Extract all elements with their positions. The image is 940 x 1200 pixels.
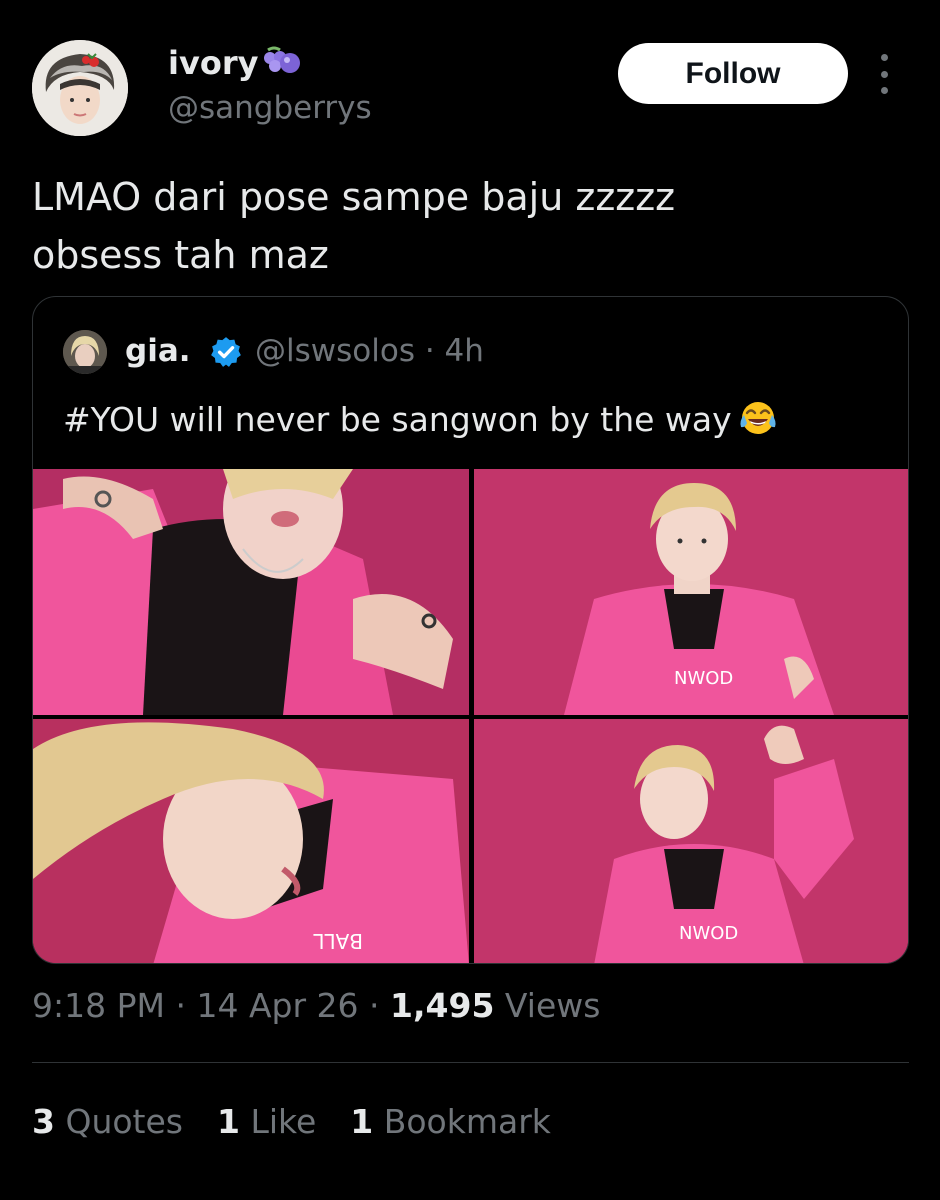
follow-button[interactable]: Follow [618, 43, 848, 104]
svg-text:NWOD: NWOD [679, 923, 738, 944]
author-handle[interactable]: @sangberrys [168, 90, 372, 126]
photo-image [33, 469, 469, 715]
quotes-label: Quotes [65, 1102, 183, 1141]
media-grid: NWOD BALL NWOD [33, 469, 908, 963]
svg-text:BALL: BALL [312, 929, 363, 953]
meta-separator: · [369, 986, 380, 1025]
quoted-handle[interactable]: @lswsolos [255, 333, 415, 369]
quoted-author-avatar[interactable] [63, 330, 107, 374]
svg-text:NWOD: NWOD [674, 668, 733, 689]
tweet-date[interactable]: 14 Apr 26 [196, 986, 358, 1025]
author-name-text: ivory [168, 44, 259, 82]
quotes-count: 3 [32, 1102, 55, 1141]
tweet-time[interactable]: 9:18 PM [32, 986, 165, 1025]
more-options-icon[interactable] [872, 54, 896, 94]
tears-of-joy-emoji-icon [740, 402, 776, 434]
views-count: 1,495 [390, 986, 495, 1025]
media-photo-4[interactable]: NWOD [474, 719, 908, 963]
bookmarks-stat[interactable]: 1 Bookmark [350, 1102, 551, 1141]
meta-separator: · [175, 986, 186, 1025]
author-avatar[interactable] [32, 40, 128, 136]
media-photo-2[interactable]: NWOD [474, 469, 908, 715]
bookmarks-count: 1 [350, 1102, 374, 1141]
quoted-avatar-image [63, 330, 107, 374]
divider [32, 1062, 909, 1063]
tweet-detail: ivory @sangberrys Follow LMAO dari pose … [0, 0, 940, 1200]
engagement-stats: 3 Quotes 1 Like 1 Bookmark [32, 1102, 551, 1141]
photo-image: BALL [33, 719, 469, 963]
media-photo-3[interactable]: BALL [33, 719, 469, 963]
quoted-text: #YOU will never be sangwon by the way [63, 397, 778, 439]
meta-separator: · [424, 333, 435, 369]
quotes-stat[interactable]: 3 Quotes [32, 1102, 183, 1141]
likes-count: 1 [216, 1102, 240, 1141]
avatar-image [32, 40, 128, 136]
author-display-name[interactable]: ivory [168, 44, 306, 82]
views-label: Views [504, 986, 601, 1025]
quoted-text-content: #YOU will never be sangwon by the way [63, 400, 732, 439]
quoted-meta: @lswsolos · 4h [255, 333, 484, 369]
quoted-age: 4h [444, 333, 484, 369]
tweet-text-line: obsess tah maz [32, 233, 329, 277]
quoted-tweet-card[interactable]: gia. @lswsolos · 4h #YOU will never be s… [32, 296, 909, 964]
likes-label: Like [250, 1102, 317, 1141]
likes-stat[interactable]: 1 Like [217, 1102, 316, 1141]
photo-image: NWOD [474, 469, 908, 715]
more-dot [880, 54, 888, 61]
verified-badge-icon [211, 337, 241, 367]
more-dot [880, 87, 888, 94]
more-dot [880, 70, 888, 78]
tweet-timestamp: 9:18 PM · 14 Apr 26 · 1,495 Views [32, 986, 600, 1025]
photo-image: NWOD [474, 719, 908, 963]
tweet-text-line: LMAO dari pose sampe baju zzzzz [32, 175, 676, 219]
grapes-icon [264, 46, 301, 73]
quoted-display-name[interactable]: gia. [125, 333, 191, 369]
media-photo-1[interactable] [33, 469, 469, 715]
bookmarks-label: Bookmark [383, 1102, 551, 1141]
tweet-text: LMAO dari pose sampe baju zzzzz obsess t… [32, 168, 892, 284]
